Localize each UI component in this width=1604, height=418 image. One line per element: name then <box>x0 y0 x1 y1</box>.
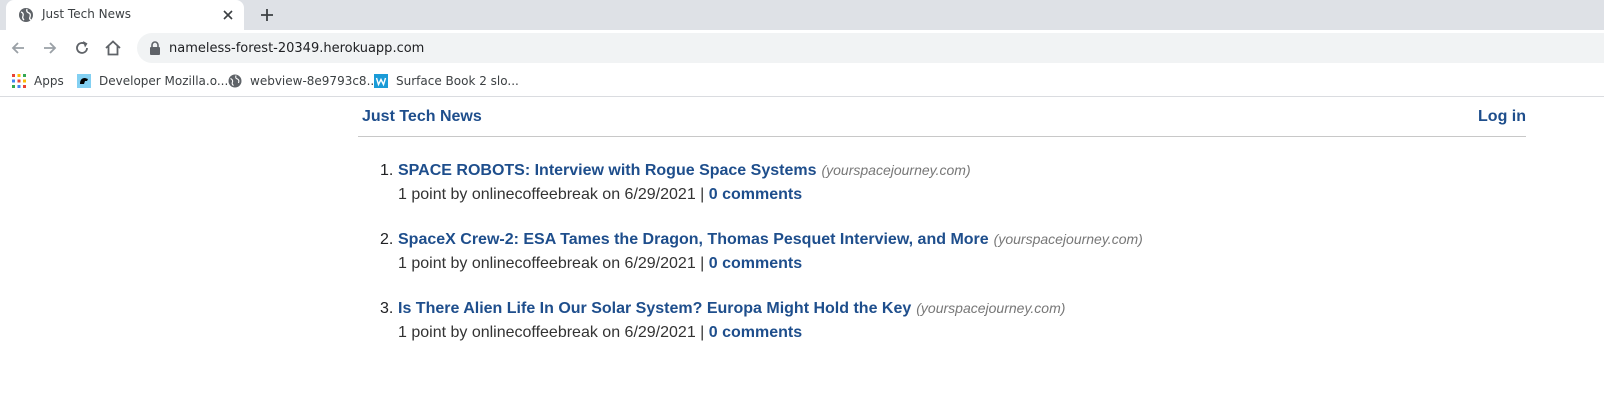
bookmarks-bar: Apps Developer Mozilla.o... webview-8e97… <box>0 66 1604 97</box>
post-meta: 1 point by onlinecoffeebreak on 6/29/202… <box>398 255 802 273</box>
comments-link[interactable]: 0 comments <box>709 324 802 341</box>
comments-link[interactable]: 0 comments <box>709 255 802 272</box>
globe-icon <box>19 8 33 22</box>
globe-icon <box>228 74 242 88</box>
post-title-link[interactable]: SpaceX Crew-2: ESA Tames the Dragon, Tho… <box>398 231 1143 249</box>
login-link[interactable]: Log in <box>1478 108 1526 126</box>
post-meta: 1 point by onlinecoffeebreak on 6/29/202… <box>398 324 802 342</box>
new-tab-plus-icon[interactable] <box>258 6 276 24</box>
home-icon[interactable] <box>103 38 123 58</box>
post-title-text[interactable]: SPACE ROBOTS: Interview with Rogue Space… <box>398 162 816 179</box>
bookmark-webview[interactable]: webview-8e9793c8... <box>228 72 378 90</box>
post-title-text[interactable]: SpaceX Crew-2: ESA Tames the Dragon, Tho… <box>398 231 989 248</box>
browser-tab[interactable]: Just Tech News <box>6 0 244 30</box>
post-meta-text: 1 point by onlinecoffeebreak on 6/29/202… <box>398 255 705 272</box>
mdn-dinosaur-icon <box>77 74 91 88</box>
address-bar[interactable]: nameless-forest-20349.herokuapp.com <box>137 33 1604 63</box>
bookmark-label: Developer Mozilla.o... <box>99 74 229 88</box>
bookmark-apps[interactable]: Apps <box>12 72 64 90</box>
forward-arrow-icon[interactable] <box>40 38 60 58</box>
post-item: 2. SpaceX Crew-2: ESA Tames the Dragon, … <box>378 229 1478 298</box>
post-domain: (yourspacejourney.com) <box>916 300 1066 316</box>
post-meta: 1 point by onlinecoffeebreak on 6/29/202… <box>398 186 802 204</box>
site-header: Just Tech News Log in <box>358 97 1526 137</box>
bookmark-surface-book[interactable]: Surface Book 2 slo... <box>374 72 519 90</box>
tab-strip: Just Tech News <box>0 0 1604 30</box>
tab-title: Just Tech News <box>42 7 132 21</box>
bookmark-label: Apps <box>34 74 64 88</box>
reload-icon[interactable] <box>72 38 92 58</box>
bookmark-label: Surface Book 2 slo... <box>396 74 519 88</box>
bookmark-developer-mozilla[interactable]: Developer Mozilla.o... <box>77 72 228 90</box>
close-tab-icon[interactable] <box>220 7 236 23</box>
post-title-text[interactable]: Is There Alien Life In Our Solar System?… <box>398 300 911 317</box>
post-title-link[interactable]: SPACE ROBOTS: Interview with Rogue Space… <box>398 162 971 180</box>
url-text: nameless-forest-20349.herokuapp.com <box>169 41 425 56</box>
browser-toolbar: nameless-forest-20349.herokuapp.com <box>0 30 1604 66</box>
post-domain: (yourspacejourney.com) <box>993 231 1143 247</box>
post-number: 1. <box>380 162 394 179</box>
post-list: 1. SPACE ROBOTS: Interview with Rogue Sp… <box>378 160 1478 367</box>
apps-grid-icon <box>12 74 26 88</box>
w-logo-icon <box>374 74 388 88</box>
lock-icon[interactable] <box>149 41 161 55</box>
post-domain: (yourspacejourney.com) <box>821 162 971 178</box>
post-item: 1. SPACE ROBOTS: Interview with Rogue Sp… <box>378 160 1478 229</box>
site-title-link[interactable]: Just Tech News <box>362 108 482 126</box>
post-title-link[interactable]: Is There Alien Life In Our Solar System?… <box>398 300 1065 318</box>
bookmark-label: webview-8e9793c8... <box>250 74 379 88</box>
post-meta-text: 1 point by onlinecoffeebreak on 6/29/202… <box>398 324 705 341</box>
comments-link[interactable]: 0 comments <box>709 186 802 203</box>
post-number: 2. <box>380 231 394 248</box>
post-meta-text: 1 point by onlinecoffeebreak on 6/29/202… <box>398 186 705 203</box>
post-number: 3. <box>380 300 394 317</box>
back-arrow-icon[interactable] <box>8 38 28 58</box>
post-item: 3. Is There Alien Life In Our Solar Syst… <box>378 298 1478 367</box>
